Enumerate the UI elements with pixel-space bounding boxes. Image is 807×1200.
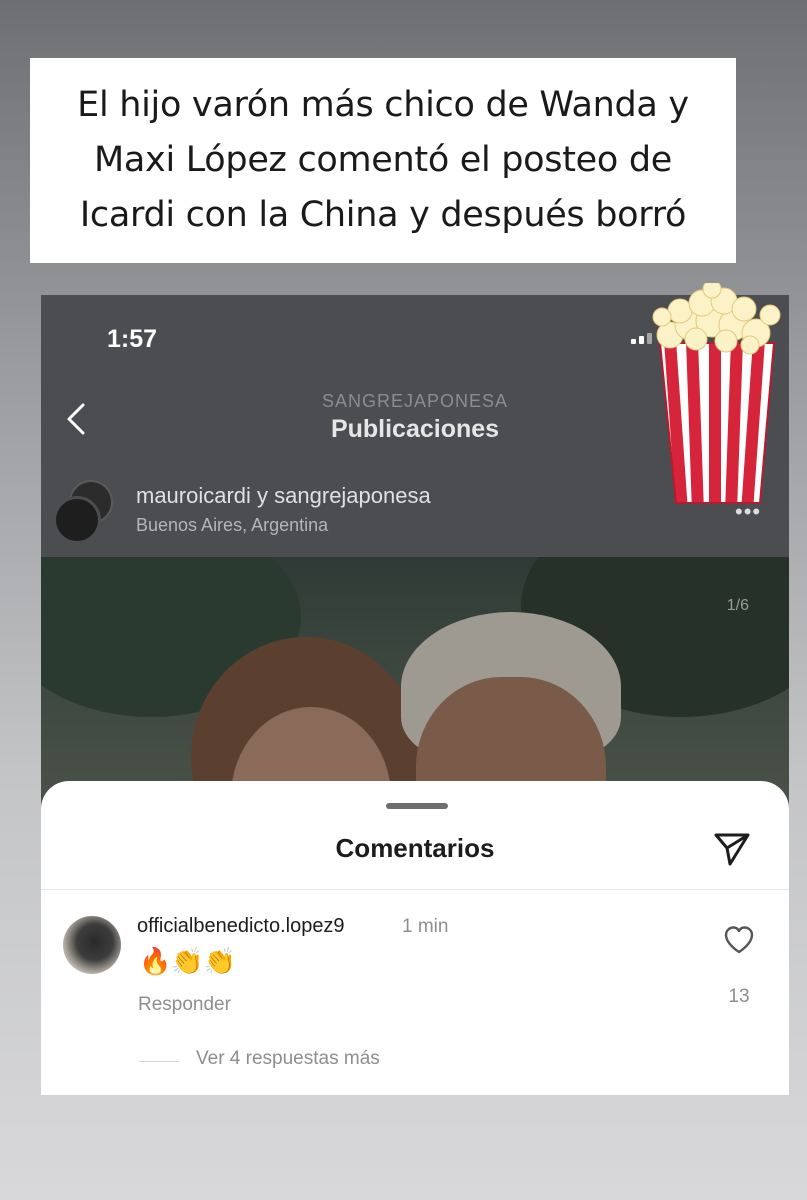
caption-text: El hijo varón más chico de Wanda y Maxi …: [77, 78, 689, 243]
view-more-replies-button[interactable]: Ver 4 respuestas más: [196, 1048, 380, 1070]
comments-sheet: Comentarios officialbenedicto.lopez9 1 m…: [41, 781, 789, 1095]
comment-username[interactable]: officialbenedicto.lopez9: [137, 915, 345, 938]
sheet-title: Comentarios: [335, 833, 495, 863]
send-icon[interactable]: [711, 827, 753, 869]
caption-line-2: Maxi López comentó el posteo de: [94, 140, 672, 180]
popcorn-sticker: [652, 283, 781, 504]
avatar[interactable]: [63, 916, 121, 974]
reply-button[interactable]: Responder: [138, 994, 231, 1016]
divider: [139, 1061, 179, 1062]
comment-time: 1 min: [402, 916, 449, 937]
like-count: 13: [728, 986, 750, 1007]
caption-line-3: Icardi con la China y después borró: [79, 195, 687, 235]
avatar[interactable]: [53, 496, 101, 544]
post-photo[interactable]: [41, 557, 789, 807]
photo-counter: 1/6: [726, 597, 749, 614]
comment-text: 🔥👏👏: [139, 946, 237, 976]
heart-icon[interactable]: [723, 925, 755, 955]
sheet-handle[interactable]: [386, 803, 448, 809]
caption-line-1: El hijo varón más chico de Wanda y: [77, 85, 689, 125]
post-location[interactable]: Buenos Aires, Argentina: [136, 515, 328, 536]
story-caption: El hijo varón más chico de Wanda y Maxi …: [30, 58, 736, 263]
post-usernames[interactable]: mauroicardi y sangrejaponesa: [136, 483, 431, 509]
status-time: 1:57: [107, 325, 158, 353]
divider: [41, 889, 789, 890]
